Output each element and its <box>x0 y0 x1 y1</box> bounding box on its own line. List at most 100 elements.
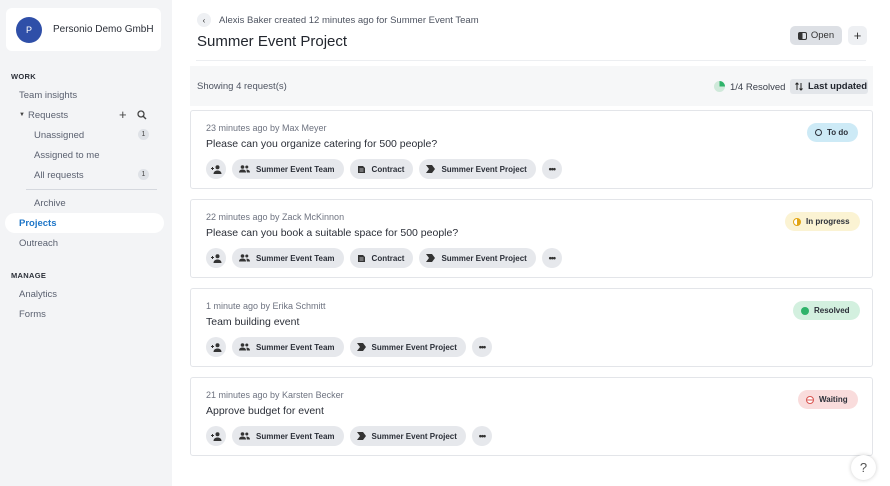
status-badge[interactable]: To do <box>807 123 859 142</box>
org-name: Personio Demo GmbH <box>53 24 154 35</box>
sidebar-item-archive[interactable]: Archive <box>34 198 66 209</box>
tag-label: Summer Event Team <box>256 342 335 352</box>
request-card[interactable]: 23 minutes ago by Max Meyer Please can yo… <box>190 110 873 189</box>
request-tags: Summer Event Team Contract Summer Event Pr… <box>206 248 562 268</box>
request-card[interactable]: 1 minute ago by Erika Schmitt Team buildi… <box>190 288 873 367</box>
tag-summer-event-project[interactable]: Summer Event Project <box>349 426 466 446</box>
request-meta: 1 minute ago by Erika Schmitt <box>206 301 326 311</box>
ellipsis-icon: ••• <box>478 342 487 352</box>
status-label: To do <box>827 128 849 137</box>
assign-user-button[interactable] <box>206 248 226 268</box>
sidebar-item-all-requests[interactable]: All requests <box>34 170 84 181</box>
request-meta: 21 minutes ago by Karsten Becker <box>206 390 344 400</box>
request-card[interactable]: 22 minutes ago by Zack McKinnon Please ca… <box>190 199 873 278</box>
all-requests-count-badge: 1 <box>138 169 149 180</box>
contract-icon <box>357 254 365 262</box>
request-meta: 23 minutes ago by Max Meyer <box>206 123 327 133</box>
half-square-icon <box>797 31 807 40</box>
sidebar-item-analytics[interactable]: Analytics <box>19 289 57 300</box>
tag-label: Summer Event Project <box>371 342 457 352</box>
status-badge[interactable]: Resolved <box>793 301 860 320</box>
open-button-label: Open <box>810 30 835 41</box>
org-switcher[interactable]: P Personio Demo GmbH <box>6 8 161 51</box>
project-icon <box>426 254 436 262</box>
tag-label: Summer Event Team <box>256 431 335 441</box>
sidebar-item-unassigned[interactable]: Unassigned <box>34 130 84 141</box>
tag-summer-event-project[interactable]: Summer Event Project <box>349 337 466 357</box>
contract-icon <box>357 165 365 173</box>
request-title[interactable]: Team building event <box>206 316 299 328</box>
open-button[interactable]: Open <box>790 26 842 45</box>
status-label: Resolved <box>814 306 850 315</box>
sort-arrows-icon <box>795 82 803 91</box>
sidebar-item-assigned-to-me[interactable]: Assigned to me <box>34 150 99 161</box>
project-icon <box>356 432 366 440</box>
tag-label: Summer Event Project <box>371 431 457 441</box>
breadcrumb: Alexis Baker created 12 minutes ago for … <box>219 15 479 26</box>
tag-label: Summer Event Project <box>441 164 527 174</box>
add-request-icon[interactable]: + <box>119 107 127 122</box>
caret-down-icon[interactable]: ▼ <box>19 112 25 118</box>
section-label-work: WORK <box>11 72 36 81</box>
tag-label: Summer Event Project <box>441 253 527 263</box>
assign-user-button[interactable] <box>206 159 226 179</box>
assign-user-button[interactable] <box>206 337 226 357</box>
page-title: Summer Event Project <box>197 33 348 50</box>
more-options-button[interactable]: ••• <box>471 337 492 357</box>
more-options-button[interactable]: ••• <box>541 159 562 179</box>
resolved-pie-icon <box>714 81 725 92</box>
add-person-icon <box>210 253 221 263</box>
team-icon <box>239 254 250 262</box>
tag-contract[interactable]: Contract <box>349 159 414 179</box>
tag-summer-event-team[interactable]: Summer Event Team <box>232 426 344 446</box>
ellipsis-icon: ••• <box>548 253 557 263</box>
ellipsis-icon: ••• <box>548 164 557 174</box>
sidebar-item-outreach[interactable]: Outreach <box>19 238 58 249</box>
tag-label: Contract <box>371 164 405 174</box>
request-title[interactable]: Please can you book a suitable space for… <box>206 227 458 239</box>
tag-summer-event-project[interactable]: Summer Event Project <box>419 159 536 179</box>
status-label: Waiting <box>819 395 848 404</box>
sidebar-item-projects-label: Projects <box>19 218 57 229</box>
tag-summer-event-team[interactable]: Summer Event Team <box>232 337 344 357</box>
org-avatar: P <box>16 16 42 43</box>
tag-summer-event-project[interactable]: Summer Event Project <box>419 248 536 268</box>
tag-contract[interactable]: Contract <box>349 248 414 268</box>
request-title[interactable]: Please can you organize catering for 500… <box>206 138 437 150</box>
section-label-manage: MANAGE <box>11 271 47 280</box>
tag-summer-event-team[interactable]: Summer Event Team <box>232 248 344 268</box>
request-title[interactable]: Approve budget for event <box>206 405 324 417</box>
tag-label: Summer Event Team <box>256 253 335 263</box>
more-options-button[interactable]: ••• <box>541 248 562 268</box>
add-person-icon <box>210 342 221 352</box>
tag-summer-event-team[interactable]: Summer Event Team <box>232 159 344 179</box>
sidebar-item-requests[interactable]: Requests <box>28 110 68 121</box>
request-tags: Summer Event Team Summer Event Project ••• <box>206 337 492 357</box>
assign-user-button[interactable] <box>206 426 226 446</box>
request-meta: 22 minutes ago by Zack McKinnon <box>206 212 345 222</box>
in-progress-status-icon <box>793 217 801 226</box>
sort-button[interactable]: Last updated <box>790 79 868 94</box>
project-icon <box>426 165 436 173</box>
request-tags: Summer Event Team Summer Event Project ••• <box>206 426 492 446</box>
resolved-summary: 1/4 Resolved <box>730 82 786 93</box>
tag-label: Contract <box>371 253 405 263</box>
ellipsis-icon: ••• <box>478 431 487 441</box>
search-icon[interactable] <box>137 110 147 120</box>
more-options-button[interactable]: ••• <box>471 426 492 446</box>
unassigned-count-badge: 1 <box>138 129 149 140</box>
resolved-status-icon <box>801 306 809 315</box>
chevron-left-icon: ‹ <box>202 15 206 25</box>
todo-status-icon <box>815 129 822 136</box>
status-badge[interactable]: In progress <box>785 212 860 231</box>
request-card[interactable]: 21 minutes ago by Karsten Becker Approve … <box>190 377 873 456</box>
status-label: In progress <box>806 217 850 226</box>
sidebar-item-forms[interactable]: Forms <box>19 309 46 320</box>
back-button[interactable]: ‹ <box>197 13 211 27</box>
status-badge[interactable]: Waiting <box>798 390 858 409</box>
header-divider <box>196 60 866 61</box>
help-button[interactable]: ? <box>851 455 876 480</box>
sidebar-item-team-insights[interactable]: Team insights <box>19 90 77 101</box>
waiting-status-icon <box>806 395 814 404</box>
add-button[interactable]: + <box>848 26 867 45</box>
